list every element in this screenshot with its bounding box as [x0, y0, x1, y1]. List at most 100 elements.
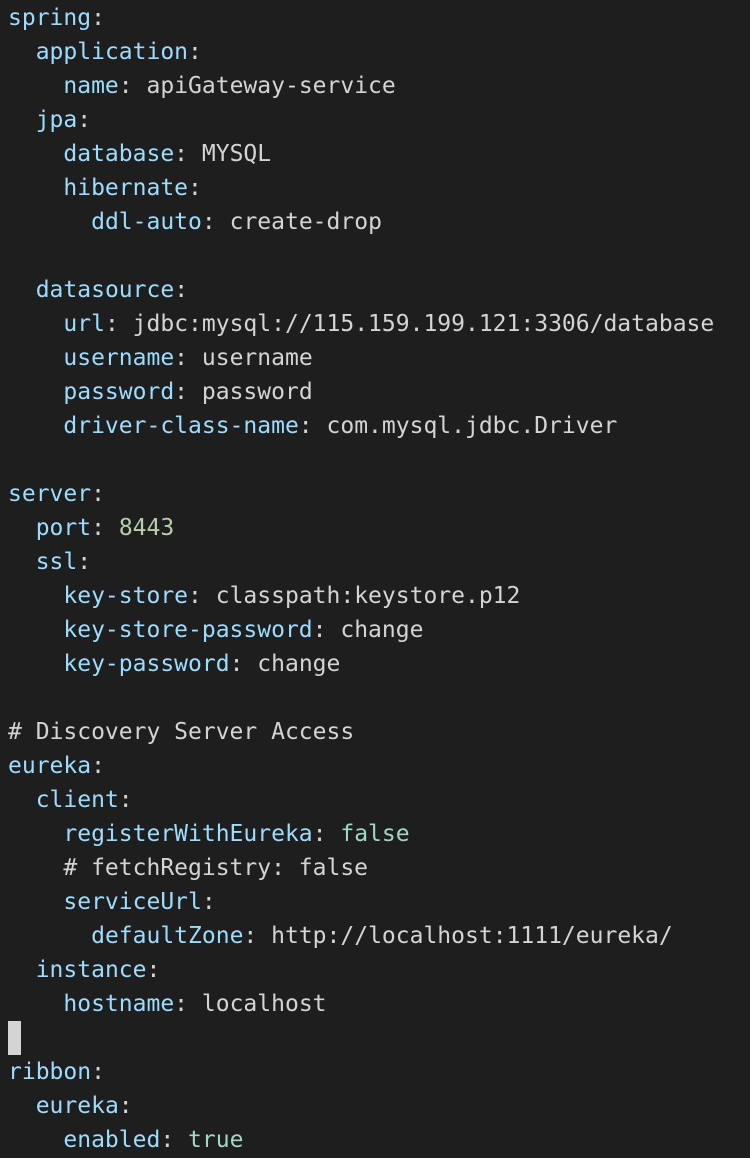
yaml-key: ribbon — [8, 1059, 92, 1085]
yaml-key: registerWithEureka — [63, 821, 313, 847]
text-cursor — [8, 1021, 21, 1055]
yaml-key: name — [63, 73, 119, 99]
yaml-value: password — [201, 379, 313, 405]
yaml-colon: : — [146, 957, 161, 983]
yaml-colon: : — [312, 617, 327, 643]
yaml-key: username — [63, 345, 175, 371]
yaml-key: ssl — [35, 549, 78, 575]
yaml-key: serviceUrl — [63, 889, 202, 915]
yaml-key: key-password — [63, 651, 230, 677]
code-line[interactable]: ssl: — [0, 545, 750, 579]
code-line[interactable]: hostname: localhost — [0, 987, 750, 1021]
yaml-colon: : — [188, 175, 202, 201]
yaml-value: apiGateway-service — [146, 73, 396, 99]
code-line[interactable]: registerWithEureka: false — [0, 817, 750, 851]
yaml-colon: : — [174, 277, 189, 303]
yaml-colon: : — [118, 73, 133, 99]
yaml-colon: : — [188, 583, 202, 609]
yaml-colon: : — [160, 1127, 175, 1153]
yaml-key: eureka — [8, 753, 92, 779]
yaml-key: driver-class-name — [63, 413, 299, 439]
code-line[interactable]: eureka: — [0, 1089, 750, 1123]
yaml-value: false — [340, 821, 410, 847]
code-line[interactable]: serviceUrl: — [0, 885, 750, 919]
code-line[interactable]: client: — [0, 783, 750, 817]
yaml-colon: : — [91, 753, 105, 779]
yaml-colon: : — [243, 923, 258, 949]
yaml-key: defaultZone — [91, 923, 244, 949]
yaml-key: url — [63, 311, 105, 337]
yaml-key: hibernate — [63, 175, 189, 201]
code-line[interactable]: key-store: classpath:keystore.p12 — [0, 579, 750, 613]
code-line[interactable]: ribbon: — [0, 1055, 750, 1089]
yaml-colon: : — [174, 141, 189, 167]
yaml-value: MYSQL — [201, 141, 272, 167]
code-line[interactable]: datasource: — [0, 273, 750, 307]
code-line[interactable]: # fetchRegistry: false — [0, 851, 750, 885]
code-line[interactable]: password: password — [0, 375, 750, 409]
code-line[interactable]: name: apiGateway-service — [0, 69, 750, 103]
code-line[interactable] — [0, 1021, 750, 1055]
yaml-key: client — [35, 787, 119, 813]
yaml-value: true — [188, 1127, 244, 1153]
yaml-key: jpa — [35, 107, 78, 133]
yaml-value: classpath:keystore.p12 — [215, 583, 521, 609]
code-line[interactable]: server: — [0, 477, 750, 511]
yaml-value: com.mysql.jdbc.Driver — [326, 413, 618, 439]
yaml-key: enabled — [63, 1127, 161, 1153]
yaml-key: password — [63, 379, 175, 405]
code-line[interactable] — [0, 443, 750, 477]
code-line[interactable]: jpa: — [0, 103, 750, 137]
yaml-colon: : — [201, 889, 216, 915]
code-line[interactable]: enabled: true — [0, 1123, 750, 1157]
code-line[interactable]: username: username — [0, 341, 750, 375]
code-line[interactable] — [0, 239, 750, 273]
yaml-value: change — [340, 617, 424, 643]
code-line[interactable]: # Discovery Server Access — [0, 715, 750, 749]
yaml-colon: : — [118, 787, 133, 813]
yaml-key: spring — [8, 5, 92, 31]
yaml-colon: : — [91, 515, 105, 541]
yaml-colon: : — [298, 413, 313, 439]
yaml-colon: : — [188, 39, 202, 65]
yaml-value: localhost — [201, 991, 327, 1017]
yaml-colon: : — [77, 549, 92, 575]
code-line[interactable]: instance: — [0, 953, 750, 987]
code-line[interactable]: driver-class-name: com.mysql.jdbc.Driver — [0, 409, 750, 443]
code-line[interactable]: ddl-auto: create-drop — [0, 205, 750, 239]
yaml-key: instance — [35, 957, 147, 983]
yaml-colon: : — [229, 651, 244, 677]
yaml-value: http://localhost:1111/eureka/ — [271, 923, 673, 949]
yaml-key: port — [35, 515, 92, 541]
code-line[interactable]: spring: — [0, 1, 750, 35]
yaml-colon: : — [312, 821, 327, 847]
yaml-key: hostname — [63, 991, 175, 1017]
code-line[interactable]: eureka: — [0, 749, 750, 783]
code-line[interactable]: port: 8443 — [0, 511, 750, 545]
code-line[interactable] — [0, 681, 750, 715]
code-comment: # fetchRegistry: false — [63, 855, 369, 881]
yaml-colon: : — [104, 311, 119, 337]
code-line[interactable]: key-store-password: change — [0, 613, 750, 647]
yaml-key: database — [63, 141, 175, 167]
yaml-colon: : — [77, 107, 92, 133]
yaml-value: create-drop — [229, 209, 382, 235]
yaml-colon: : — [91, 5, 105, 31]
yaml-value: jdbc:mysql://115.159.199.121:3306/databa… — [132, 311, 715, 337]
code-line[interactable]: database: MYSQL — [0, 137, 750, 171]
yaml-key: datasource — [35, 277, 175, 303]
code-line[interactable]: key-password: change — [0, 647, 750, 681]
code-line[interactable]: defaultZone: http://localhost:1111/eurek… — [0, 919, 750, 953]
yaml-colon: : — [174, 345, 189, 371]
yaml-key: key-store-password — [63, 617, 313, 643]
code-line[interactable]: url: jdbc:mysql://115.159.199.121:3306/d… — [0, 307, 750, 341]
yaml-colon: : — [91, 481, 105, 507]
code-line[interactable]: application: — [0, 35, 750, 69]
yaml-key: key-store — [63, 583, 189, 609]
yaml-colon: : — [174, 379, 189, 405]
code-line[interactable]: hibernate: — [0, 171, 750, 205]
code-editor[interactable]: spring: application: name: apiGateway-se… — [0, 0, 750, 1158]
yaml-key: application — [35, 39, 189, 65]
yaml-colon: : — [201, 209, 216, 235]
code-comment: # Discovery Server Access — [8, 719, 355, 745]
